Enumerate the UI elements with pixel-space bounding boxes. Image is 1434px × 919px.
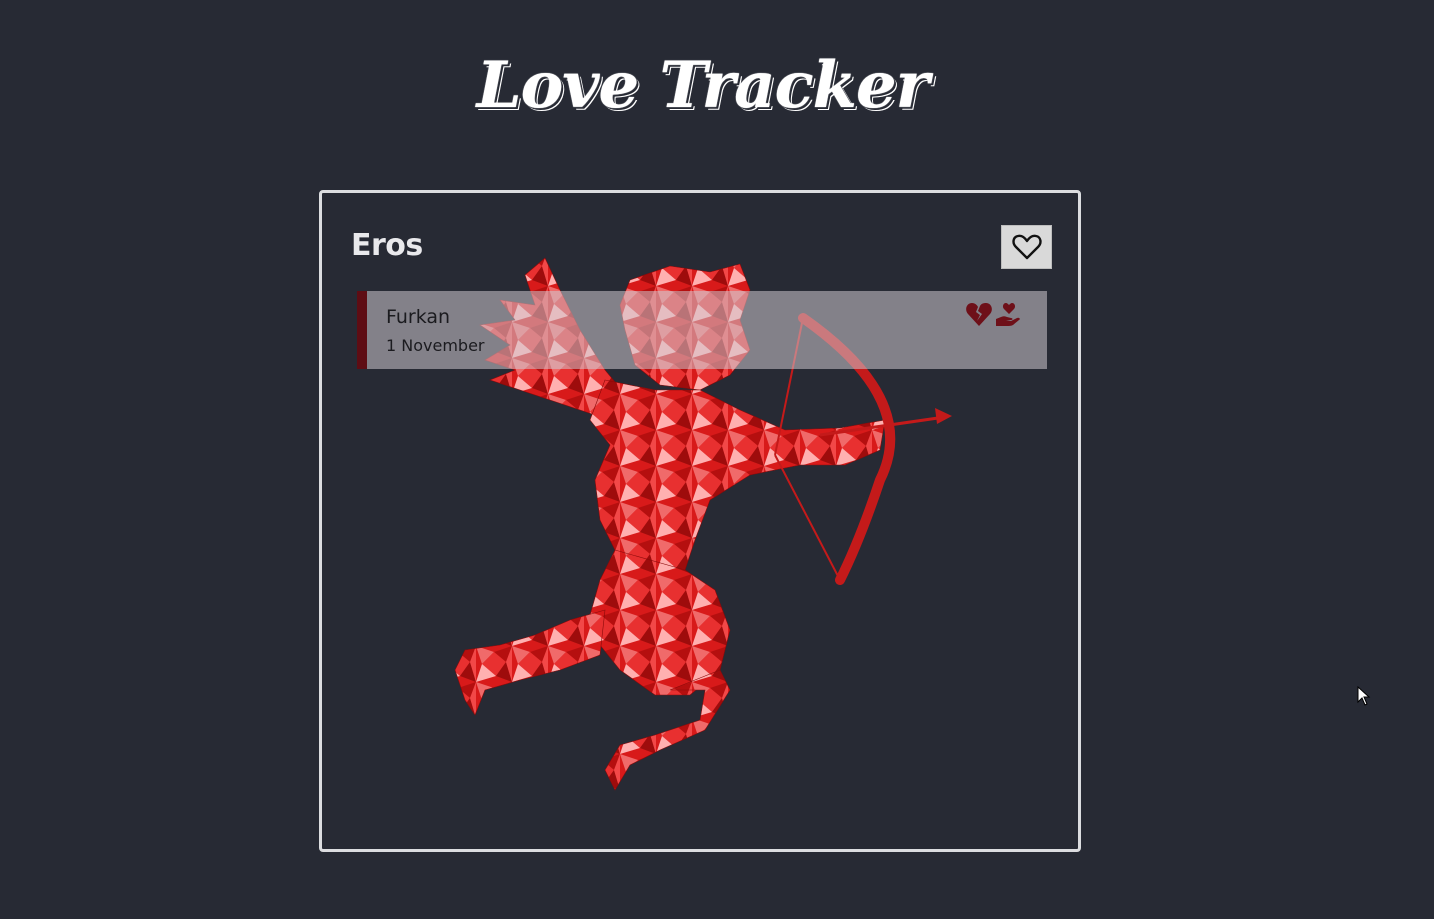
- heart-outline-icon: [1011, 234, 1042, 260]
- add-lover-button[interactable]: [1001, 225, 1052, 269]
- list-item[interactable]: Furkan 1 November: [357, 291, 1047, 369]
- entry-name: Furkan: [386, 306, 451, 328]
- broken-heart-icon[interactable]: [965, 300, 993, 328]
- hand-holding-heart-icon[interactable]: [995, 300, 1023, 328]
- entry-date: 1 November: [386, 336, 485, 355]
- panel-title: Eros: [351, 228, 423, 263]
- mouse-cursor: [1357, 686, 1371, 706]
- app-title: Love Tracker: [476, 48, 930, 123]
